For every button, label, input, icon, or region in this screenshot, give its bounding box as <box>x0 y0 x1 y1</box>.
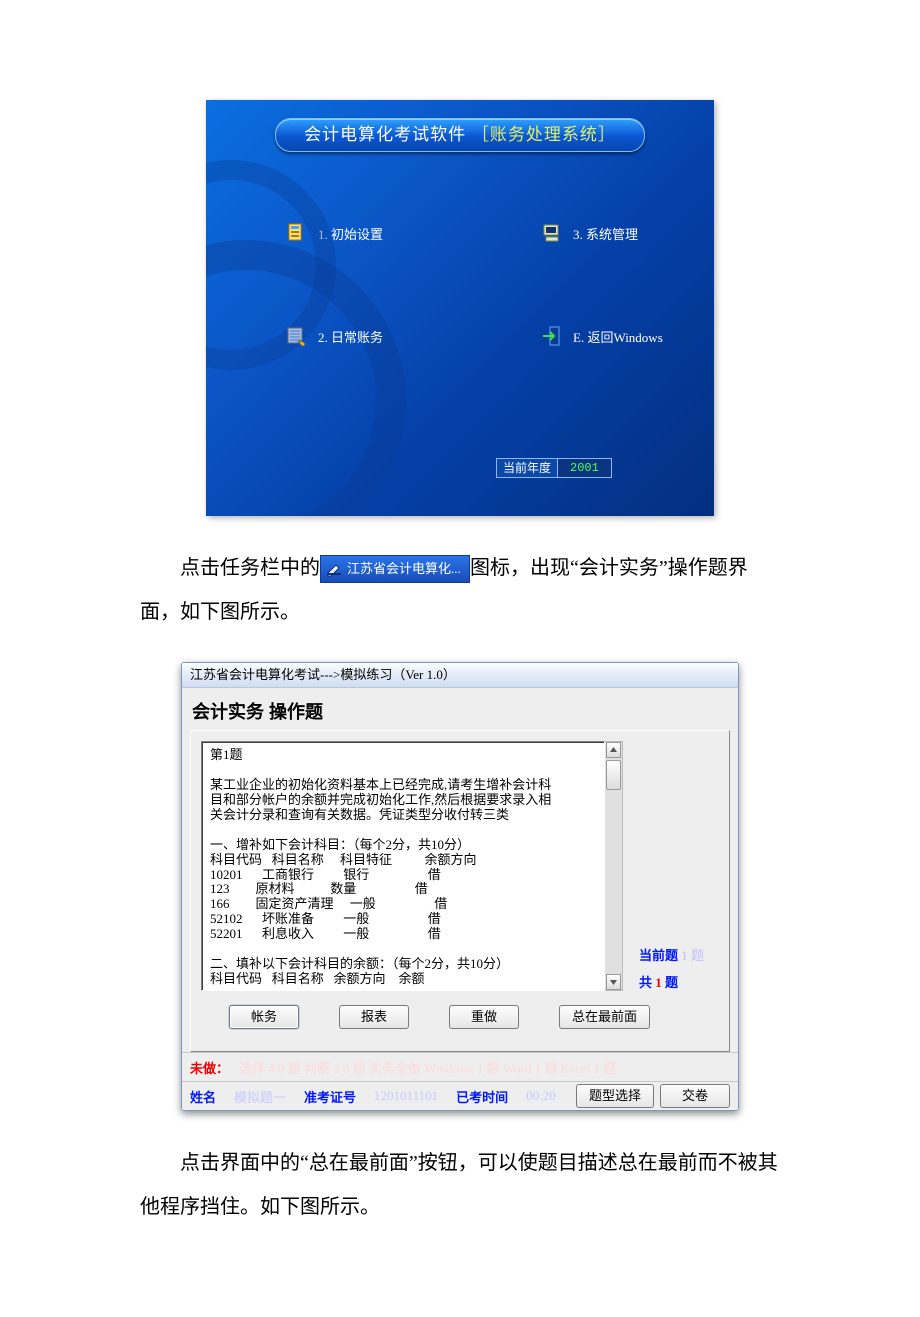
ledger-icon <box>286 325 308 347</box>
always-on-top-button[interactable]: 总在最前面 <box>559 1005 650 1029</box>
total-question-row: 共 1 题 <box>639 972 719 991</box>
id-label: 准考证号 <box>304 1087 356 1106</box>
undone-details: 选择 4 0 题 判断 2 0 题 实务全做 Windows 1 题 Word … <box>239 1058 616 1077</box>
menu-label: 2. 日常账务 <box>318 327 383 346</box>
instruction-paragraph-1: 点击任务栏中的江苏省会计电算化...图标，出现“会计实务”操作题界面，如下图所示… <box>140 546 780 634</box>
menu-return-windows[interactable]: E. 返回Windows <box>541 325 663 347</box>
submit-exam-button[interactable]: 交卷 <box>660 1084 730 1108</box>
id-value: 1201011101 <box>374 1088 438 1104</box>
total-suffix: 题 <box>665 975 678 990</box>
time-value: 00:20 <box>526 1088 556 1104</box>
app-title-bar: 会计电算化考试软件 ［账务处理系统］ <box>275 118 645 152</box>
menu-system-admin[interactable]: 3. 系统管理 <box>541 222 638 244</box>
title-part2: ［账务处理系统］ <box>472 125 616 144</box>
settings-icon <box>286 222 308 244</box>
scroll-thumb[interactable] <box>606 760 621 790</box>
question-counter-panel: 当前题 1 题 共 1 题 <box>623 741 719 991</box>
pencil-icon <box>325 560 343 578</box>
status-row-undone: 未做： 选择 4 0 题 判断 2 0 题 实务全做 Windows 1 题 W… <box>182 1053 738 1081</box>
current-question-row: 当前题 1 题 <box>639 945 719 964</box>
dialog-status-bar: 未做： 选择 4 0 题 判断 2 0 题 实务全做 Windows 1 题 W… <box>182 1052 738 1110</box>
title-part1: 会计电算化考试软件 <box>304 125 466 144</box>
computer-icon <box>541 222 563 244</box>
current-label: 当前题 <box>639 948 678 963</box>
menu-label: 1. 初始设置 <box>318 224 383 243</box>
exit-icon <box>541 325 563 347</box>
taskbar-label: 江苏省会计电算化... <box>347 555 461 584</box>
question-textbox: 第1题 某工业企业的初始化资料基本上已经完成,请考生增补会计科 目和部分帐户的余… <box>201 741 605 991</box>
menu-label: E. 返回Windows <box>573 327 663 346</box>
screenshot-main-menu: 会计电算化考试软件 ［账务处理系统］ 1. 初始设置 2. 日常账务 3 <box>206 100 714 516</box>
scroll-down-arrow[interactable] <box>606 974 621 990</box>
dialog-main-panel: 第1题 某工业企业的初始化资料基本上已经完成,请考生增补会计科 目和部分帐户的余… <box>190 730 730 1052</box>
menu-init-settings[interactable]: 1. 初始设置 <box>286 222 383 244</box>
time-label: 已考时间 <box>456 1087 508 1106</box>
para1-text-a: 点击任务栏中的 <box>180 557 320 579</box>
total-count: 1 <box>655 975 662 990</box>
menu-daily-accounting[interactable]: 2. 日常账务 <box>286 325 383 347</box>
scrollbar[interactable] <box>605 741 623 991</box>
dialog-button-row: 帐务 报表 重做 总在最前面 <box>201 991 719 1041</box>
redo-button[interactable]: 重做 <box>449 1005 519 1029</box>
dialog-heading: 会计实务 操作题 <box>190 694 730 730</box>
name-label: 姓名 <box>190 1087 216 1106</box>
year-label: 当前年度 <box>496 458 557 478</box>
status-row-info: 姓名 模拟题一 准考证号 1201011101 已考时间 00:20 题型选择 … <box>182 1081 738 1110</box>
screenshot-question-dialog: 江苏省会计电算化考试--->模拟练习（Ver 1.0） 会计实务 操作题 第1题… <box>181 662 739 1111</box>
current-num: 1 题 <box>681 948 704 963</box>
year-value: 2001 <box>557 458 612 478</box>
total-label: 共 <box>639 975 652 990</box>
accounting-button[interactable]: 帐务 <box>229 1005 299 1029</box>
instruction-paragraph-2: 点击界面中的“总在最前面”按钮，可以使题目描述总在最前而不被其他程序挡住。如下图… <box>140 1141 780 1229</box>
report-button[interactable]: 报表 <box>339 1005 409 1029</box>
question-type-button[interactable]: 题型选择 <box>576 1084 654 1108</box>
name-value: 模拟题一 <box>234 1087 286 1106</box>
dialog-title-bar: 江苏省会计电算化考试--->模拟练习（Ver 1.0） <box>182 663 738 688</box>
taskbar-program-button[interactable]: 江苏省会计电算化... <box>320 555 470 583</box>
scroll-up-arrow[interactable] <box>606 742 621 758</box>
undone-label: 未做： <box>190 1058 229 1077</box>
current-year-box: 当前年度 2001 <box>496 458 612 478</box>
menu-label: 3. 系统管理 <box>573 224 638 243</box>
